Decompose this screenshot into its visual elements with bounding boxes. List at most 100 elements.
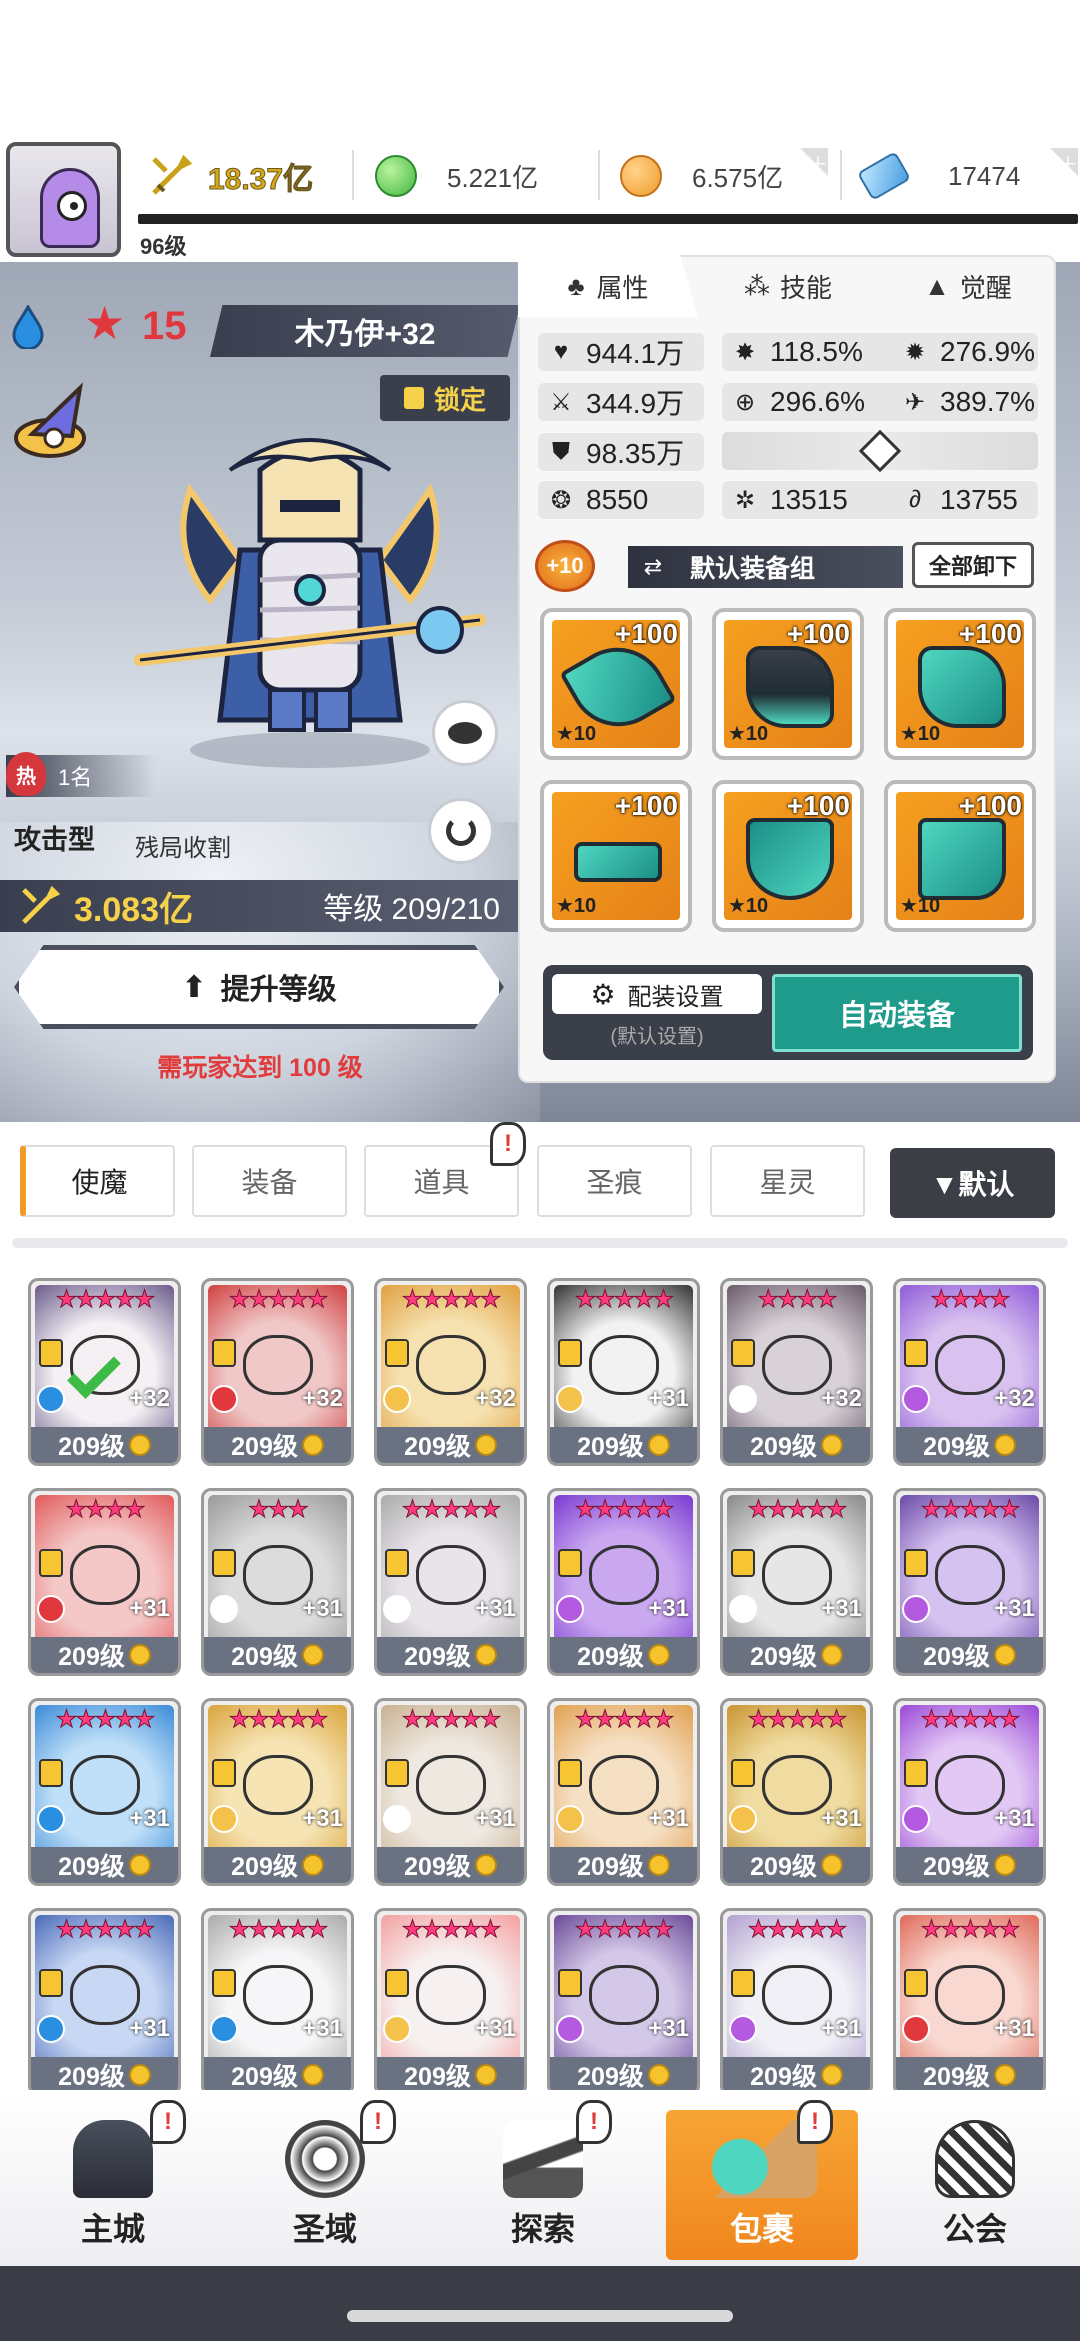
hero-star-count: 15 — [142, 304, 187, 348]
familiar-card[interactable]: ★★★★★ +32 209级 — [201, 1278, 354, 1466]
familiar-level: 209级 — [377, 1847, 524, 1883]
shield-icon: ⛊ — [552, 438, 570, 465]
tab-attributes[interactable]: ♣ 属性 — [518, 255, 698, 317]
equip-slot-helmet[interactable]: +100 ★10 — [712, 608, 864, 760]
enhance-bonus-badge[interactable]: +10 — [535, 540, 595, 592]
familiar-stars: ★★★★★ — [228, 1916, 329, 1944]
familiar-card[interactable]: ★★★★★ +31 209级 — [547, 1278, 700, 1466]
familiar-card[interactable]: ★★★★★ +31 209级 — [893, 1908, 1046, 2096]
familiar-card[interactable]: ★★★★★ +31 209级 — [720, 1698, 873, 1886]
familiar-card[interactable]: ★★★★★ +31 209级 — [893, 1698, 1046, 1886]
gold-resource[interactable]: 6.575亿 — [620, 150, 783, 202]
add-gem-button[interactable]: ＋ — [1050, 148, 1078, 176]
familiar-card[interactable]: ★★★★★ +32 209级 — [28, 1278, 181, 1466]
lock-button[interactable]: 锁定 — [380, 375, 510, 421]
coin-icon — [128, 2064, 151, 2086]
familiar-card[interactable]: ★★★★★ +31 209级 — [720, 1908, 873, 2096]
tab-star-spirits[interactable]: 星灵 — [710, 1145, 865, 1217]
familiar-card[interactable]: ★★★★★ +31 209级 — [201, 1908, 354, 2096]
equip-slot-belt[interactable]: +100 ★10 — [540, 780, 692, 932]
element-icon — [729, 2015, 757, 2043]
familiar-card[interactable]: ★★★★★ +31 209级 — [201, 1698, 354, 1886]
nav-guild[interactable]: 公会 — [900, 2110, 1050, 2260]
hero-power-value: 3.083亿 — [74, 890, 194, 929]
familiar-plus: +31 — [994, 2015, 1035, 2042]
familiar-stars: ★★★★★ — [228, 1706, 329, 1734]
sort-dropdown[interactable]: ▼默认 — [890, 1148, 1055, 1218]
level-progress-bar — [138, 214, 1078, 224]
equip-slot-armor[interactable]: +100 ★10 — [884, 608, 1036, 760]
unequip-all-button[interactable]: 全部卸下 — [912, 542, 1034, 588]
element-icon — [729, 1385, 757, 1413]
detail-tabs: ♣ 属性 ⁂ 技能 ▲ 觉醒 — [518, 255, 1056, 317]
coin-icon — [993, 2064, 1016, 2086]
home-indicator[interactable] — [347, 2310, 733, 2322]
familiar-card[interactable]: ★★★★★ +31 209级 — [547, 1698, 700, 1886]
skin-button[interactable] — [432, 700, 498, 766]
lock-icon — [212, 1759, 236, 1787]
equip-slot-weapon[interactable]: +100 ★10 — [540, 608, 692, 760]
stats-expand-bar[interactable] — [722, 429, 1038, 473]
coin-icon — [820, 1434, 843, 1456]
familiar-card[interactable]: ★★★★ +32 209级 — [893, 1278, 1046, 1466]
coin-icon — [301, 1644, 324, 1666]
tab-familiars[interactable]: 使魔 — [20, 1145, 175, 1217]
familiar-card[interactable]: ★★★★★ +31 209级 — [374, 1908, 527, 2096]
lock-icon — [558, 1969, 582, 1997]
familiar-card[interactable]: ★★★★★ +31 209级 — [374, 1698, 527, 1886]
familiar-plus: +31 — [475, 2015, 516, 2042]
familiar-card[interactable]: ★★★★★ +31 209级 — [374, 1488, 527, 1676]
wizard-hat-icon[interactable] — [10, 382, 100, 464]
familiar-stars: ★★★★★ — [747, 1496, 848, 1524]
familiar-card[interactable]: ★★★★★ +31 209级 — [28, 1908, 181, 2096]
tab-skills[interactable]: ⁂ 技能 — [708, 255, 868, 317]
familiar-card[interactable]: ★★★★★ +31 209级 — [547, 1908, 700, 2096]
element-icon — [383, 1595, 411, 1623]
equip-slot-boots[interactable]: +100 ★10 — [884, 780, 1036, 932]
level-up-button[interactable]: ⬆ 提升等级 — [14, 945, 504, 1029]
familiar-stars: ★★★★ — [930, 1286, 1011, 1314]
familiar-stars: ★★★★★ — [920, 1706, 1021, 1734]
familiar-card[interactable]: ★★★★★ +31 209级 — [893, 1488, 1046, 1676]
familiar-card[interactable]: ★★★★★ +32 209级 — [374, 1278, 527, 1466]
gem-resource-value: 17474 — [948, 160, 1021, 191]
coin-icon — [647, 1854, 670, 1876]
equip-slot-necklace[interactable]: +100 ★10 — [712, 780, 864, 932]
tab-awaken[interactable]: ▲ 觉醒 — [888, 255, 1048, 317]
coin-icon — [474, 2064, 497, 2086]
lock-icon — [403, 387, 424, 409]
coin-icon — [128, 1434, 151, 1456]
add-gold-button[interactable]: ＋ — [800, 148, 828, 176]
hero-type: 攻击型 — [14, 825, 95, 855]
familiar-card[interactable]: ★★★★★ +31 209级 — [28, 1698, 181, 1886]
familiar-card[interactable]: ★★★★ +32 209级 — [720, 1278, 873, 1466]
gold-resource-value: 6.575亿 — [692, 162, 784, 193]
familiar-plus: +31 — [648, 1595, 689, 1622]
power-value: 18.37亿 — [207, 163, 314, 197]
lock-icon — [212, 1549, 236, 1577]
familiar-level: 209级 — [204, 1847, 351, 1883]
tab-equipment[interactable]: 装备 — [192, 1145, 347, 1217]
system-gesture-bar — [0, 2266, 1080, 2341]
rotate-view-button[interactable] — [428, 798, 494, 864]
green-orb-icon — [375, 155, 417, 197]
green-resource[interactable]: 5.221亿 — [375, 150, 538, 202]
gem-resource[interactable]: 17474 — [856, 150, 1021, 202]
sword-in-stone-icon — [503, 2120, 583, 2198]
equipment-group-label: 默认装备组 — [690, 555, 816, 583]
player-avatar[interactable] — [6, 142, 121, 257]
familiar-card[interactable]: ★★★★★ +31 209级 — [547, 1488, 700, 1676]
divider — [598, 150, 600, 200]
hero-name: 木乃伊+32 — [294, 318, 436, 351]
familiar-card[interactable]: ★★★ +31 209级 — [201, 1488, 354, 1676]
warning-diamond-icon — [858, 429, 902, 473]
coin-icon — [301, 2064, 324, 2086]
familiar-plus: +31 — [302, 2015, 343, 2042]
loadout-settings-button[interactable]: ⚙ 配装设置 — [552, 974, 762, 1014]
tab-stigmata[interactable]: 圣痕 — [537, 1145, 692, 1217]
familiar-card[interactable]: ★★★★ +31 209级 — [28, 1488, 181, 1676]
element-icon — [383, 1385, 411, 1413]
hero-role: 残局收割 — [135, 835, 231, 862]
auto-equip-button[interactable]: 自动装备 — [772, 974, 1022, 1052]
familiar-card[interactable]: ★★★★★ +31 209级 — [720, 1488, 873, 1676]
